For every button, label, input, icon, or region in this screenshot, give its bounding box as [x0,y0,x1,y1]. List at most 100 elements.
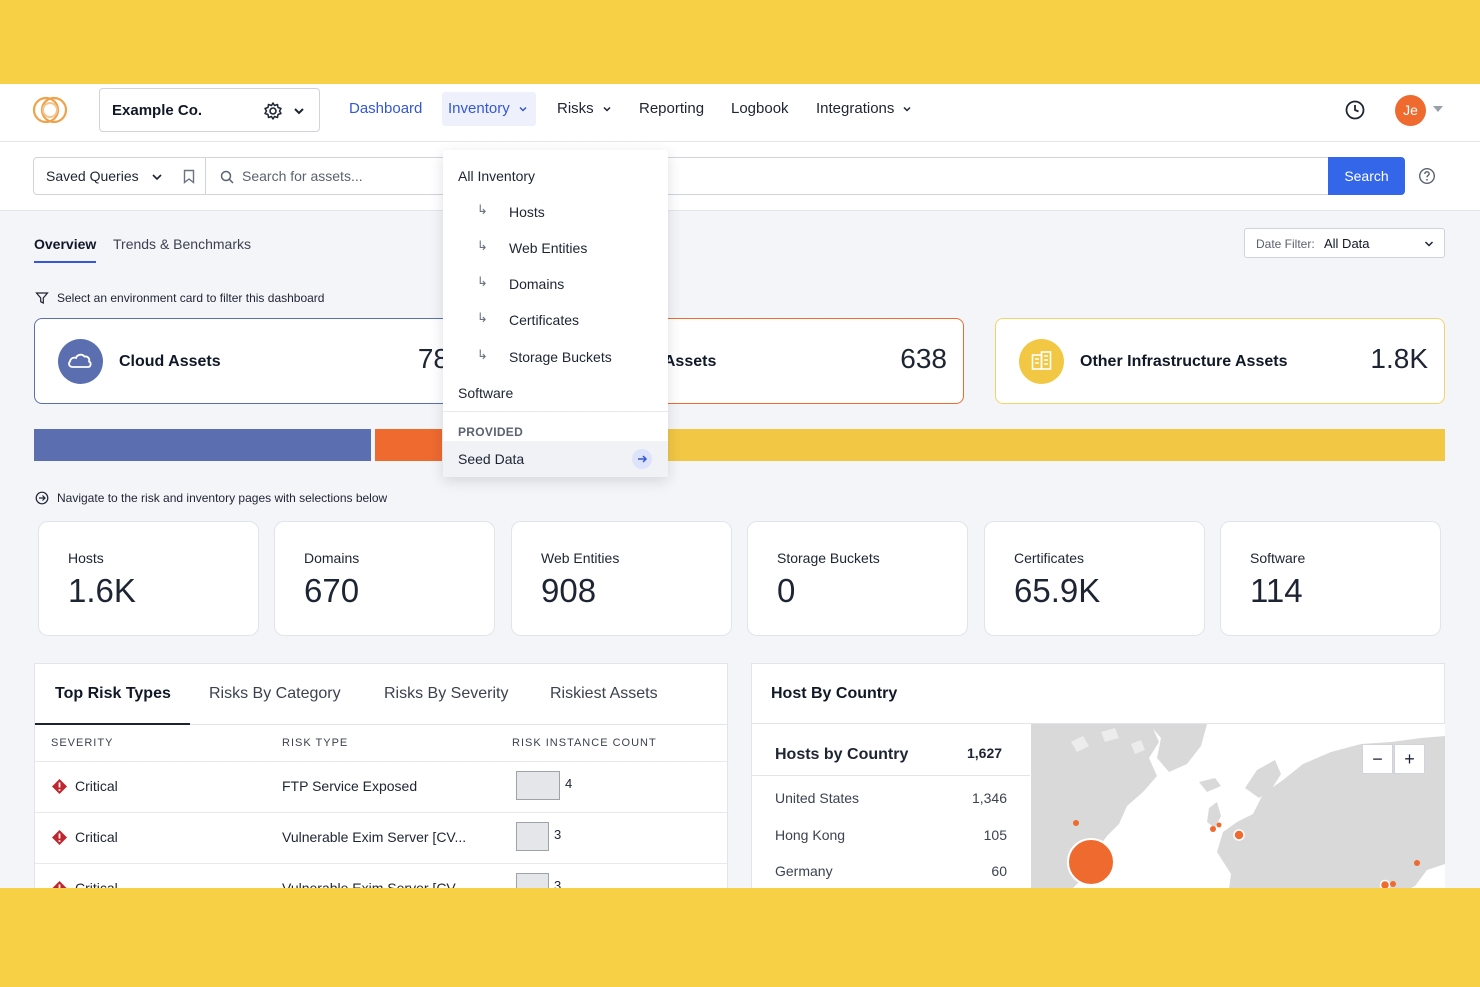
env-card-cloud[interactable]: Cloud Assets 78 [34,318,464,404]
nav-inventory[interactable]: Inventory [442,92,536,126]
distribution-bar-infrastructure[interactable] [375,429,442,461]
sub-arrow-icon: ↳ [477,310,488,326]
risk-type-label[interactable]: Vulnerable Exim Server [CV... [282,829,466,845]
arrow-right-icon[interactable] [632,449,652,469]
risk-count: 4 [565,776,572,791]
caret-down-icon[interactable] [1433,106,1443,112]
zoom-out-button[interactable]: − [1362,744,1393,774]
table-row[interactable]: Critical Vulnerable Exim Server [CV... 3 [35,812,727,863]
risk-type-label[interactable]: Vulnerable Exim Server [CV... [282,880,466,888]
menu-item-software[interactable]: Software [458,385,513,401]
nav-dashboard-label: Dashboard [349,100,422,117]
menu-item-storage-buckets[interactable]: Storage Buckets [509,349,612,365]
risk-panel: Top Risk Types Risks By Category Risks B… [34,663,728,888]
date-filter-label: Date Filter: [1256,237,1315,251]
chevron-down-icon[interactable] [291,103,307,119]
chevron-down-icon [1423,238,1435,250]
organization-selector[interactable]: Example Co. [99,88,320,132]
sub-arrow-icon: ↳ [477,274,488,290]
hosts-by-country-subtitle: Hosts by Country [775,746,908,764]
column-header-count[interactable]: RISK INSTANCE COUNT [512,737,657,749]
distribution-bar-cloud[interactable] [34,429,371,461]
country-count: 105 [984,827,1007,843]
country-name[interactable]: Germany [775,863,833,879]
asset-tile-value: 1.6K [68,572,136,610]
brand-logo-icon[interactable] [32,94,70,126]
navigate-hint: Navigate to the risk and inventory pages… [57,491,387,505]
filter-hint: Select an environment card to filter thi… [57,291,324,305]
asset-tile-value: 0 [777,572,795,610]
search-input[interactable] [242,158,1242,194]
asset-tile-title: Web Entities [541,550,619,566]
world-map[interactable]: − + [1031,724,1445,888]
nav-integrations[interactable]: Integrations [810,92,918,126]
menu-item-all-inventory[interactable]: All Inventory [458,168,535,184]
nav-logbook[interactable]: Logbook [725,92,795,126]
severity-label: Critical [75,829,118,845]
column-header-severity[interactable]: SEVERITY [51,737,113,749]
sub-arrow-icon: ↳ [477,347,488,363]
arrow-circle-icon [35,491,49,505]
count-bar [516,873,549,888]
zoom-in-button[interactable]: + [1394,744,1425,774]
gear-icon[interactable] [263,101,283,121]
table-row[interactable]: Critical FTP Service Exposed 4 [35,761,727,812]
table-row[interactable]: Critical Vulnerable Exim Server [CV... 3 [35,863,727,888]
risk-type-label[interactable]: FTP Service Exposed [282,778,417,794]
nav-risks[interactable]: Risks [551,92,618,126]
bookmark-button[interactable] [172,157,206,195]
tab-risks-by-severity[interactable]: Risks By Severity [384,685,508,703]
asset-tile-value: 114 [1250,572,1303,610]
tab-riskiest-assets[interactable]: Riskiest Assets [550,685,658,703]
hosts-total: 1,627 [967,745,1002,761]
app-window: Example Co. Dashboard Inventory Risks Re… [0,84,1480,888]
search-button[interactable]: Search [1328,157,1405,195]
asset-tile-certificates[interactable]: Certificates65.9K [984,521,1205,636]
count-bar [516,822,549,851]
divider [443,411,668,412]
asset-tile-title: Software [1250,550,1305,566]
menu-item-domains[interactable]: Domains [509,276,564,292]
country-name[interactable]: Hong Kong [775,827,845,843]
nav-risks-label: Risks [557,100,594,117]
env-card-other-infrastructure[interactable]: Other Infrastructure Assets 1.8K [995,318,1445,404]
nav-reporting[interactable]: Reporting [633,92,710,126]
tab-overview[interactable]: Overview [34,236,96,263]
help-icon[interactable] [1418,167,1436,185]
chevron-down-icon [902,104,912,114]
column-header-risk-type[interactable]: RISK TYPE [282,737,348,749]
history-clock-icon[interactable] [1344,99,1366,121]
env-card-label: Other Infrastructure Assets [1080,353,1287,371]
asset-tile-title: Hosts [68,550,104,566]
nav-reporting-label: Reporting [639,100,704,117]
cloud-icon [58,339,103,384]
menu-item-web-entities[interactable]: Web Entities [509,240,587,256]
critical-severity-icon [51,778,68,795]
chevron-down-icon [150,170,164,184]
top-navigation: Example Co. Dashboard Inventory Risks Re… [0,84,1480,142]
nav-logbook-label: Logbook [731,100,789,117]
menu-item-hosts[interactable]: Hosts [509,204,545,220]
saved-queries-dropdown[interactable]: Saved Queries [33,157,173,195]
navigate-hint-text: Navigate to the risk and inventory pages… [57,491,387,505]
asset-tile-value: 65.9K [1014,572,1100,610]
asset-tile-hosts[interactable]: Hosts 1.6K [38,521,259,636]
country-name[interactable]: United States [775,790,859,806]
asset-tile-domains[interactable]: Domains670 [274,521,495,636]
menu-item-seed-data[interactable]: Seed Data [443,441,668,477]
date-filter-select[interactable]: Date Filter: All Data [1244,228,1445,258]
tab-trends-benchmarks[interactable]: Trends & Benchmarks [113,236,251,260]
active-tab-indicator [35,723,190,725]
user-avatar[interactable]: Je [1395,95,1426,126]
sub-arrow-icon: ↳ [477,238,488,254]
menu-item-certificates[interactable]: Certificates [509,312,579,328]
tab-top-risk-types[interactable]: Top Risk Types [55,685,171,703]
asset-tile-storage-buckets[interactable]: Storage Buckets0 [747,521,968,636]
asset-tile-web-entities[interactable]: Web Entities908 [511,521,732,636]
host-by-country-panel: Host By Country Hosts by Country 1,627 U… [751,663,1445,888]
tab-risks-by-category[interactable]: Risks By Category [209,685,341,703]
date-filter-value: All Data [1324,236,1370,251]
nav-dashboard[interactable]: Dashboard [343,92,428,126]
search-field[interactable] [205,157,1329,195]
asset-tile-software[interactable]: Software 114 [1220,521,1441,636]
